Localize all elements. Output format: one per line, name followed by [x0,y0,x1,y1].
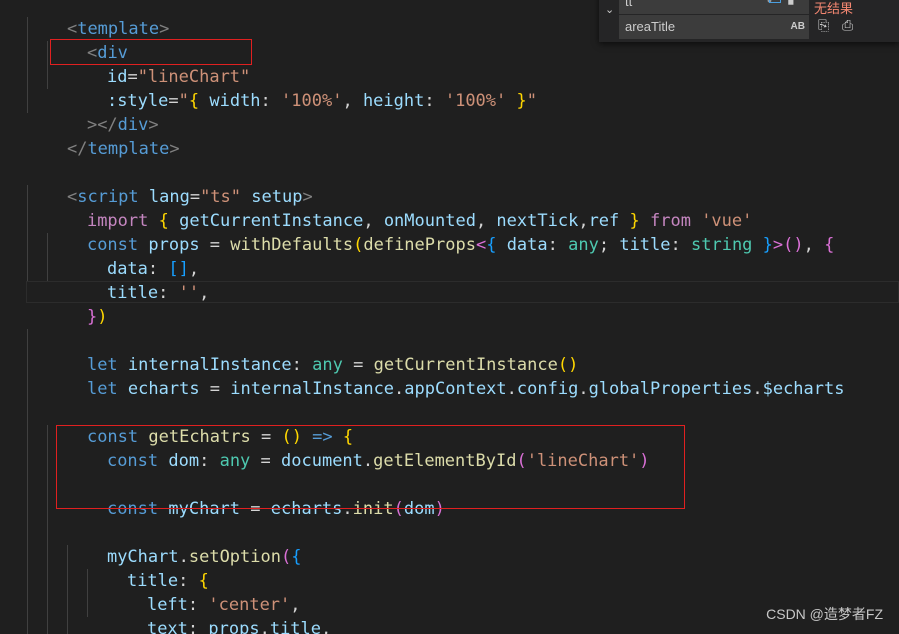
find-selection-icon[interactable]: ▮ [787,0,795,7]
replace-input[interactable]: areaTitle AB [619,15,809,39]
preserve-case-toggle[interactable]: AB [791,15,805,39]
code-line-1: <template> [66,19,170,39]
watermark: CSDN @造梦者FZ [766,606,883,622]
code-line-10: const props = withDefaults(defineProps<{… [86,235,835,255]
code-line-2: <div [86,43,128,63]
find-input-value: tt [625,0,633,9]
replace-input-value: areaTitle [625,19,676,34]
replace-one-icon[interactable]: ⎘ [818,17,829,34]
code-line-9: import { getCurrentInstance, onMounted, … [86,211,753,231]
code-line-19: const dom: any = document.getElementById… [106,451,650,471]
code-line-26: text: props.title, [146,619,332,634]
code-line-4: :style="{ width: '100%', height: '100%' … [106,91,537,111]
find-replace-widget[interactable]: ⌄ tt 无结果 • ▮ areaTitle AB ⎘ ⎙ [599,0,899,42]
code-line-18: const getEchatrs = () => { [86,427,354,447]
code-line-16: let echarts = internalInstance.appContex… [86,379,845,399]
chevron-down-icon[interactable]: ⌄ [605,3,614,16]
replace-all-icon[interactable]: ⎙ [842,17,853,34]
code-editor[interactable]: <template> <div id="lineChart" :style="{… [0,0,899,634]
indent-guide [27,329,28,634]
code-line-11: data: [], [106,259,200,279]
code-line-24: title: { [126,571,209,591]
regex-toggle-icon[interactable] [769,0,781,3]
code-line-21: const myChart = echarts.init(dom) [106,499,445,519]
code-line-15: let internalInstance: any = getCurrentIn… [86,355,579,375]
code-line-8: <script lang="ts" setup> [66,187,313,207]
code-line-23: myChart.setOption({ [106,547,302,567]
code-line-27: }, [86,617,147,634]
code-line-13: }) [86,307,108,327]
find-result-text: 无结果 [814,1,854,16]
code-line-3: id="lineChart" [106,67,251,87]
code-line-5: ></div> [86,115,159,135]
code-line-25: left: 'center', [146,595,301,615]
code-line-12: title: '', [106,283,210,303]
code-line-6: </template> [66,139,180,159]
